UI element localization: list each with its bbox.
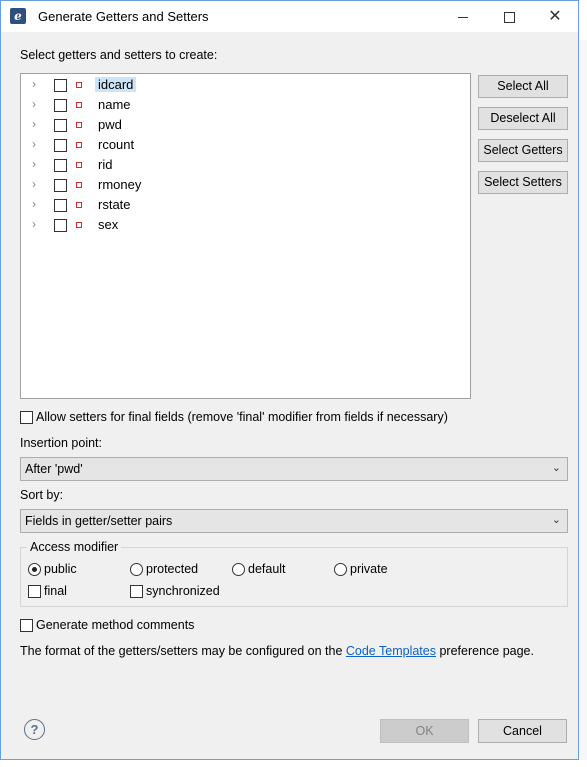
tree-row-idcard[interactable]: › idcard	[21, 75, 461, 95]
chevron-right-icon[interactable]: ›	[32, 97, 36, 111]
generate-getters-setters-dialog: e Generate Getters and Setters ✕ Select …	[0, 0, 579, 760]
field-name: sex	[98, 217, 119, 232]
field-checkbox[interactable]	[54, 159, 67, 172]
private-field-icon	[76, 222, 82, 228]
radio-public[interactable]	[28, 563, 41, 576]
title-bar: e Generate Getters and Setters ✕	[1, 1, 578, 32]
field-checkbox[interactable]	[54, 179, 67, 192]
chevron-right-icon[interactable]: ›	[32, 197, 36, 211]
help-icon[interactable]: ?	[24, 719, 45, 740]
minimize-button[interactable]	[440, 1, 486, 32]
insertion-point-select[interactable]: After 'pwd' ⌄	[20, 457, 568, 481]
chevron-right-icon[interactable]: ›	[32, 77, 36, 91]
field-checkbox[interactable]	[54, 219, 67, 232]
private-field-icon	[76, 142, 82, 148]
maximize-icon	[503, 11, 515, 23]
access-modifier-title: Access modifier	[27, 540, 122, 554]
cancel-button[interactable]: Cancel	[478, 719, 567, 743]
window-title: Generate Getters and Setters	[38, 9, 209, 24]
maximize-button[interactable]	[486, 1, 532, 32]
background-editor	[579, 40, 587, 760]
sort-by-label: Sort by:	[20, 488, 64, 502]
private-field-icon	[76, 162, 82, 168]
radio-protected-label: protected	[146, 562, 199, 576]
final-checkbox[interactable]	[28, 585, 41, 598]
ok-button[interactable]: OK	[380, 719, 469, 743]
radio-protected[interactable]	[130, 563, 143, 576]
format-note-suffix: preference page.	[435, 644, 534, 658]
field-name: idcard	[95, 77, 137, 92]
field-name: rid	[98, 157, 113, 172]
private-field-icon	[76, 182, 82, 188]
select-getters-button[interactable]: Select Getters	[478, 139, 568, 162]
field-name: rstate	[98, 197, 131, 212]
deselect-all-button[interactable]: Deselect All	[478, 107, 568, 130]
tree-row-name[interactable]: › name	[21, 95, 461, 115]
private-field-icon	[76, 82, 82, 88]
close-icon: ✕	[548, 8, 562, 25]
chevron-right-icon[interactable]: ›	[32, 157, 36, 171]
private-field-icon	[76, 122, 82, 128]
synchronized-label: synchronized	[146, 584, 220, 598]
final-label: final	[44, 584, 67, 598]
field-name: rmoney	[98, 177, 142, 192]
field-checkbox[interactable]	[54, 199, 67, 212]
private-field-icon	[76, 202, 82, 208]
close-button[interactable]: ✕	[532, 1, 578, 32]
select-setters-button[interactable]: Select Setters	[478, 171, 568, 194]
field-checkbox[interactable]	[54, 79, 67, 92]
radio-default-label: default	[248, 562, 286, 576]
private-field-icon	[76, 102, 82, 108]
chevron-right-icon[interactable]: ›	[32, 137, 36, 151]
tree-row-rid[interactable]: › rid	[21, 155, 461, 175]
select-prompt-label: Select getters and setters to create:	[20, 48, 218, 62]
radio-default[interactable]	[232, 563, 245, 576]
tree-row-pwd[interactable]: › pwd	[21, 115, 461, 135]
sort-by-value: Fields in getter/setter pairs	[25, 514, 173, 528]
sort-by-select[interactable]: Fields in getter/setter pairs ⌄	[20, 509, 568, 533]
insertion-point-label: Insertion point:	[20, 436, 102, 450]
field-checkbox[interactable]	[54, 139, 67, 152]
allow-final-setters-label: Allow setters for final fields (remove '…	[36, 410, 448, 424]
tree-row-rcount[interactable]: › rcount	[21, 135, 461, 155]
eclipse-icon: e	[10, 8, 26, 24]
access-modifier-group	[20, 547, 568, 607]
generate-comments-label: Generate method comments	[36, 618, 195, 632]
field-name: rcount	[98, 137, 135, 152]
chevron-right-icon[interactable]: ›	[32, 177, 36, 191]
radio-private-label: private	[350, 562, 388, 576]
minimize-icon	[458, 16, 468, 18]
field-name: pwd	[98, 117, 122, 132]
format-note: The format of the getters/setters may be…	[20, 644, 534, 658]
format-note-prefix: The format of the getters/setters may be…	[20, 644, 346, 658]
radio-public-label: public	[44, 562, 77, 576]
synchronized-checkbox[interactable]	[130, 585, 143, 598]
field-checkbox[interactable]	[54, 99, 67, 112]
select-all-button[interactable]: Select All	[478, 75, 568, 98]
insertion-point-value: After 'pwd'	[25, 462, 83, 476]
tree-row-rstate[interactable]: › rstate	[21, 195, 461, 215]
tree-row-rmoney[interactable]: › rmoney	[21, 175, 461, 195]
generate-comments-checkbox[interactable]	[20, 619, 33, 632]
chevron-down-icon: ⌄	[551, 514, 561, 526]
fields-tree[interactable]: › idcard › name › pwd › rcount › rid › rmoney › rstat…	[20, 73, 471, 399]
field-name: name	[98, 97, 131, 112]
chevron-down-icon: ⌄	[551, 462, 561, 474]
allow-final-setters-checkbox[interactable]	[20, 411, 33, 424]
field-checkbox[interactable]	[54, 119, 67, 132]
chevron-right-icon[interactable]: ›	[32, 117, 36, 131]
tree-row-sex[interactable]: › sex	[21, 215, 461, 235]
chevron-right-icon[interactable]: ›	[32, 217, 36, 231]
radio-private[interactable]	[334, 563, 347, 576]
code-templates-link[interactable]: Code Templates	[346, 644, 436, 658]
